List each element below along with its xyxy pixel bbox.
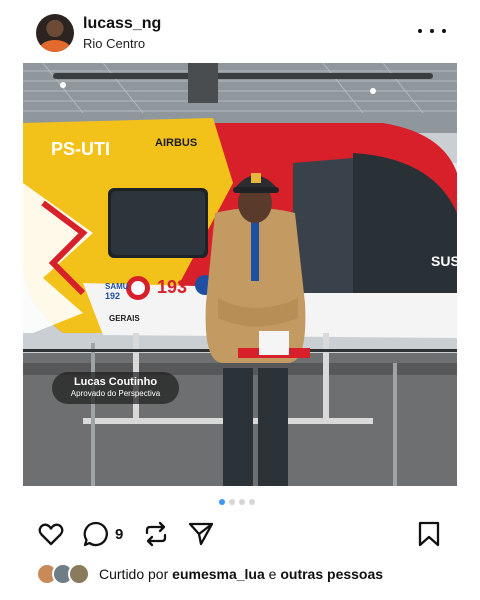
carousel-dot-3[interactable] [239, 499, 245, 505]
like-heart-icon[interactable] [37, 520, 65, 548]
heli-193-text: 193 [157, 277, 187, 297]
carousel-dot-4[interactable] [249, 499, 255, 505]
liked-by-connector: e [268, 566, 277, 582]
liker-avatar [68, 563, 90, 585]
liked-by-prefix: Curtido por [99, 566, 169, 582]
repost-icon[interactable] [142, 520, 170, 548]
photo-illustration: PS-UTI AIRBUS SAMU 192 193 GERAIS SUS [23, 63, 457, 486]
caption-name: Lucas Coutinho [73, 376, 158, 388]
liked-by-others[interactable]: outras pessoas [280, 566, 383, 582]
carousel-dot-2[interactable] [229, 499, 235, 505]
bookmark-save-icon[interactable] [417, 520, 441, 548]
heli-sus-text: SUS [431, 253, 457, 269]
comment-count[interactable]: 9 [115, 526, 123, 543]
heli-192-text: 192 [105, 291, 120, 301]
share-send-icon[interactable] [187, 520, 215, 548]
liked-by-user[interactable]: eumesma_lua [172, 566, 265, 582]
location-link[interactable]: Rio Centro [83, 36, 145, 51]
post-header: lucass_ng Rio Centro [0, 0, 480, 64]
post-photo[interactable]: PS-UTI AIRBUS SAMU 192 193 GERAIS SUS Lu… [23, 63, 457, 486]
carousel-indicator [219, 499, 255, 505]
caption-subtitle: Aprovado do Perspectiva [70, 389, 161, 398]
heli-brand-text: AIRBUS [155, 137, 197, 149]
profile-avatar[interactable] [36, 14, 74, 52]
carousel-dot-1[interactable] [219, 499, 225, 505]
username[interactable]: lucass_ng [83, 15, 161, 33]
liked-by-text: Curtido por eumesma_lua e outras pessoas [99, 566, 383, 582]
heli-samu-text: SAMU [105, 282, 129, 291]
avatar-shoulders [40, 40, 70, 52]
photo-caption-tag: Lucas Coutinho Aprovado do Perspectiva [52, 372, 179, 404]
liker-avatars[interactable] [36, 563, 96, 585]
comment-bubble-icon[interactable] [82, 520, 110, 548]
heli-gerais-text: GERAIS [109, 314, 140, 323]
more-options-icon[interactable] [418, 24, 446, 38]
heli-registration-text: PS-UTI [51, 139, 110, 159]
